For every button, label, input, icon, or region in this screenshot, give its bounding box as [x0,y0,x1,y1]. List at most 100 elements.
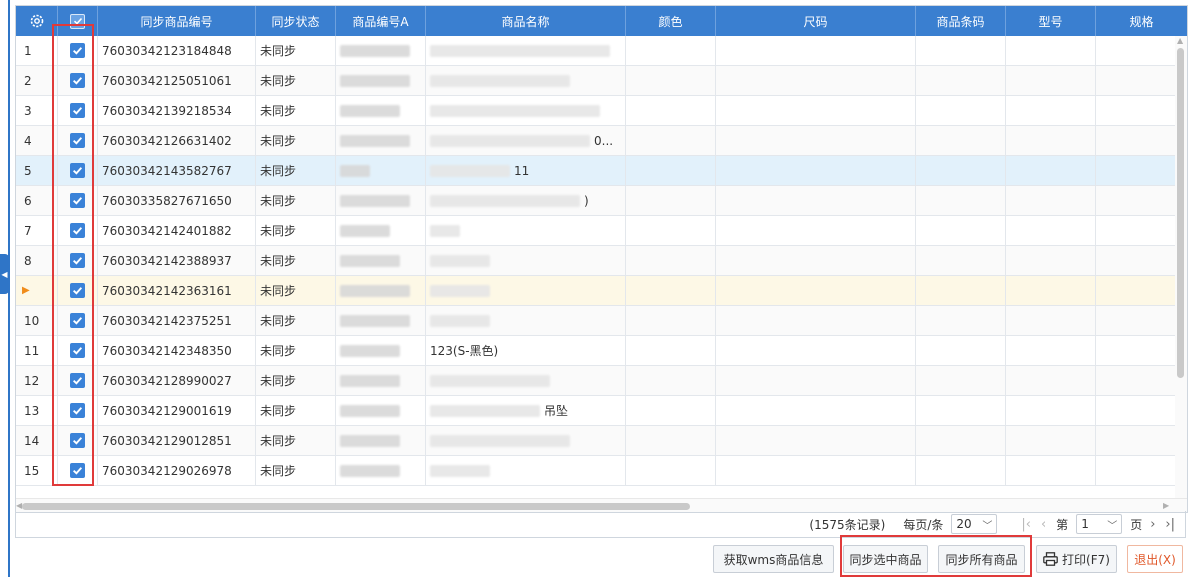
sync-code-cell: 76030342142363161 [98,276,256,305]
barcode-cell [916,246,1006,275]
column-header-color[interactable]: 颜色 [626,6,716,36]
prev-page-icon[interactable]: ‹ [1041,517,1046,532]
table-row[interactable]: 13 76030342129001619 未同步 吊坠 [16,396,1187,426]
table-row[interactable]: 12 76030342128990027 未同步 [16,366,1187,396]
print-label: 打印(F7) [1062,552,1110,567]
fetch-wms-button[interactable]: 获取wms商品信息 [713,545,834,573]
product-code-cell [336,216,426,245]
last-page-icon[interactable]: ›| [1165,517,1175,532]
first-page-icon[interactable]: |‹ [1021,517,1031,532]
next-page-icon[interactable]: › [1150,517,1155,532]
sync-code-cell: 76030342128990027 [98,366,256,395]
table-row[interactable]: 6 76030335827671650 未同步) [16,186,1187,216]
column-header-size[interactable]: 尺码 [716,6,916,36]
barcode-cell [916,66,1006,95]
gear-icon[interactable] [29,13,45,29]
table-row[interactable]: 14 76030342129012851 未同步 [16,426,1187,456]
product-name-cell [426,96,626,125]
barcode-cell [916,96,1006,125]
redacted-text [430,254,490,267]
column-header-product-name[interactable]: 商品名称 [426,6,626,36]
color-cell [626,96,716,125]
model-cell [1006,246,1096,275]
barcode-cell [916,336,1006,365]
vertical-scroll-thumb[interactable] [1177,48,1184,378]
table-row[interactable]: 3 76030342139218534 未同步 [16,96,1187,126]
column-header-sync-status[interactable]: 同步状态 [256,6,336,36]
color-cell [626,156,716,185]
product-sync-window: ◀ 同步商品编号 同步状态 商品编号A 商品名称 颜色 尺码 商品条码 型号 规 [0,0,1191,577]
redacted-text [340,224,390,237]
color-cell [626,426,716,455]
barcode-cell [916,156,1006,185]
table-row[interactable]: 2 76030342125051061 未同步 [16,66,1187,96]
size-cell [716,216,916,245]
barcode-cell [916,366,1006,395]
redacted-text [340,164,370,177]
color-cell [626,276,716,305]
color-cell [626,306,716,335]
product-name-cell: ) [426,186,626,215]
grid-body: 1 76030342123184848 未同步 2 76030342125051061 未… [16,36,1187,498]
size-cell [716,36,916,65]
column-header-product-code[interactable]: 商品编号A [336,6,426,36]
product-code-cell [336,276,426,305]
redacted-text [430,164,510,177]
table-row[interactable]: 10 76030342142375251 未同步 [16,306,1187,336]
column-header-model[interactable]: 型号 [1006,6,1096,36]
spec-cell [1096,216,1187,245]
horizontal-scroll-thumb[interactable] [22,503,690,510]
spec-cell [1096,156,1187,185]
product-name-cell [426,246,626,275]
table-row[interactable]: ▶ 76030342142363161 未同步 [16,276,1187,306]
redacted-text [430,404,540,417]
size-cell [716,126,916,155]
table-row[interactable]: 5 76030342143582767 未同步 11 [16,156,1187,186]
barcode-cell [916,126,1006,155]
product-name-text: 11 [514,163,530,178]
color-cell [626,336,716,365]
table-row[interactable]: 7 76030342142401882 未同步 [16,216,1187,246]
table-row[interactable]: 15 76030342129026978 未同步 [16,456,1187,486]
redacted-text [430,104,600,117]
page-select[interactable]: 1 ﹀ [1076,514,1123,534]
sync-status-cell: 未同步 [256,96,336,125]
current-row-icon: ▶ [22,285,30,296]
column-header-barcode[interactable]: 商品条码 [916,6,1006,36]
sync-buttons-highlight [840,535,1032,577]
per-page-select[interactable]: 20 ﹀ [951,514,998,534]
sync-status-cell: 未同步 [256,216,336,245]
redacted-text [340,74,410,87]
redacted-text [340,104,400,117]
sync-status-cell: 未同步 [256,246,336,275]
size-cell [716,456,916,485]
redacted-text [430,194,580,207]
product-name-text: ) [584,193,589,208]
table-row[interactable]: 4 76030342126631402 未同步 0... [16,126,1187,156]
barcode-cell [916,456,1006,485]
table-row[interactable]: 1 76030342123184848 未同步 [16,36,1187,66]
product-code-cell [336,186,426,215]
table-row[interactable]: 11 76030342142348350 未同步 123(S-黑色) [16,336,1187,366]
model-cell [1006,336,1096,365]
product-code-cell [336,36,426,65]
spec-cell [1096,186,1187,215]
model-cell [1006,186,1096,215]
column-header-sync-code[interactable]: 同步商品编号 [98,6,256,36]
color-cell [626,456,716,485]
vertical-scrollbar[interactable]: ▲ [1175,36,1187,498]
column-header-spec[interactable]: 规格 [1096,6,1187,36]
print-button[interactable]: 打印(F7) [1036,545,1117,573]
collapse-panel-handle[interactable]: ◀ [0,254,9,294]
product-name-text: 吊坠 [544,404,569,418]
product-name-cell [426,276,626,305]
color-cell [626,366,716,395]
exit-button[interactable]: 退出(X) [1127,545,1183,573]
spec-cell [1096,456,1187,485]
size-cell [716,366,916,395]
checkbox-column-highlight [52,24,94,486]
sync-status-cell: 未同步 [256,126,336,155]
table-row[interactable]: 8 76030342142388937 未同步 [16,246,1187,276]
product-name-cell: 0... [426,126,626,155]
barcode-cell [916,36,1006,65]
